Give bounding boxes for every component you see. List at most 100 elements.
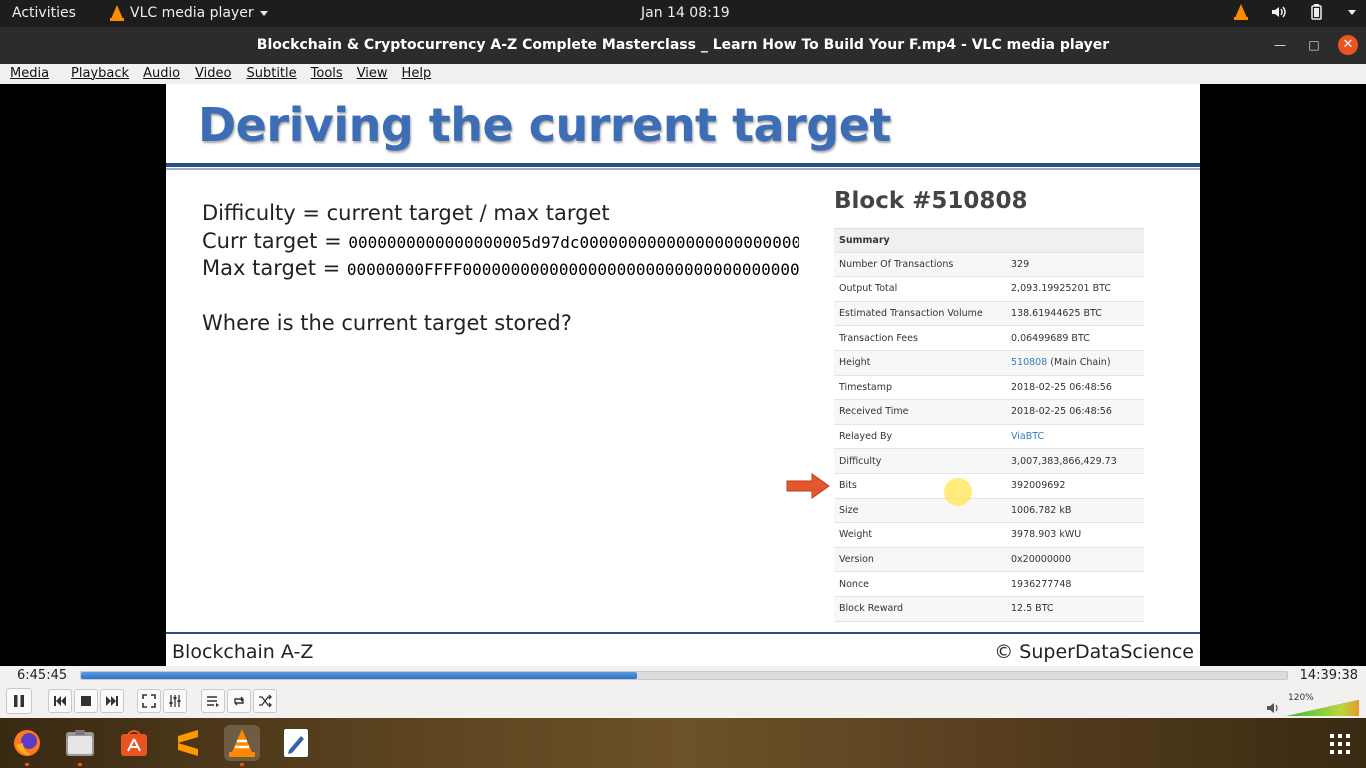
- table-row: Size 1006.782 kB: [834, 498, 1144, 524]
- block-title: Block #510808: [834, 188, 1028, 214]
- table-header-row: Summary: [834, 228, 1144, 253]
- video-area[interactable]: Deriving the current target Difficulty =…: [0, 84, 1366, 666]
- menu-view[interactable]: View: [343, 64, 388, 84]
- row-key: Output Total: [839, 283, 898, 295]
- table-row: Output Total 2,093.19925201 BTC: [834, 277, 1144, 302]
- row-value-suffix: (Main Chain): [1047, 357, 1111, 369]
- question-text: Where is the current target stored?: [202, 311, 572, 335]
- footer-copyright: © SuperDataScience: [994, 641, 1194, 663]
- row-key: Height: [839, 357, 871, 369]
- row-value: 138.61944625 BTC: [1011, 308, 1102, 320]
- menu-playback[interactable]: Playback: [49, 64, 129, 84]
- playlist-icon: [207, 696, 219, 707]
- minimize-button[interactable]: —: [1270, 35, 1290, 55]
- stop-button[interactable]: [74, 689, 98, 713]
- shuffle-icon: [259, 694, 272, 708]
- dock-files[interactable]: [62, 725, 98, 766]
- row-value: 0x20000000: [1011, 554, 1072, 566]
- elapsed-time[interactable]: 6:45:45: [17, 668, 67, 683]
- slide-heading: Deriving the current target: [198, 98, 891, 152]
- text-editor-icon: [284, 729, 308, 757]
- video-frame-slide: Deriving the current target Difficulty =…: [166, 84, 1200, 666]
- shuffle-button[interactable]: [253, 689, 277, 713]
- menu-media[interactable]: Media: [0, 64, 49, 84]
- playback-controls: 120%: [0, 686, 1366, 718]
- sublime-text-icon: [178, 730, 198, 756]
- max-target-label: Max target =: [202, 256, 347, 280]
- max-target-value: 00000000FFFF0000000000000000000000000000…: [346, 260, 799, 279]
- clock[interactable]: Jan 14 08:19: [641, 5, 730, 21]
- dock-firefox[interactable]: [9, 725, 45, 766]
- table-row: Estimated Transaction Volume 138.61944625…: [834, 301, 1144, 327]
- height-link: 510808: [1011, 357, 1048, 369]
- row-value: 3,007,383,866,429.73: [1011, 455, 1117, 467]
- table-header: Summary: [839, 234, 890, 246]
- skip-forward-icon: [106, 696, 118, 706]
- slide-divider: [166, 163, 1200, 167]
- total-time[interactable]: 14:39:38: [1300, 668, 1358, 683]
- row-value: 1006.782 kB: [1011, 504, 1072, 516]
- running-indicator: [78, 763, 82, 766]
- curr-target-label: Curr target =: [202, 229, 349, 253]
- close-button[interactable]: ✕: [1338, 35, 1358, 55]
- max-target-line: Max target = 00000000FFFF000000000000000…: [202, 256, 799, 280]
- dock-software[interactable]: [116, 725, 152, 761]
- pause-icon: [14, 695, 24, 707]
- playlist-button[interactable]: [201, 689, 225, 713]
- table-row: Nonce 1936277748: [834, 572, 1144, 597]
- row-key: Bits: [839, 480, 857, 492]
- battery-icon[interactable]: [1308, 4, 1326, 20]
- window-title: Blockchain & Cryptocurrency A-Z Complete…: [256, 37, 1110, 53]
- next-button[interactable]: [100, 689, 124, 713]
- system-tray[interactable]: [1234, 4, 1356, 20]
- app-menu[interactable]: VLC media player: [110, 5, 268, 21]
- cursor-highlight: [944, 478, 972, 506]
- power-menu-icon[interactable]: [1348, 9, 1356, 15]
- row-key: Number Of Transactions: [839, 258, 954, 270]
- loop-button[interactable]: [227, 689, 251, 713]
- vlc-icon: [229, 729, 255, 757]
- row-key: Block Reward: [839, 603, 904, 615]
- previous-button[interactable]: [48, 689, 72, 713]
- table-row: Difficulty 3,007,383,866,429.73: [834, 449, 1144, 474]
- speaker-icon[interactable]: [1266, 702, 1280, 714]
- extended-settings-button[interactable]: [163, 689, 187, 713]
- equalizer-icon: [169, 695, 181, 707]
- fullscreen-icon: [142, 694, 156, 708]
- row-key: Size: [839, 504, 859, 516]
- volume-icon[interactable]: [1270, 4, 1286, 20]
- row-value: 2018-02-25 06:48:56: [1011, 381, 1112, 393]
- menu-subtitle[interactable]: Subtitle: [231, 64, 296, 84]
- activities-button[interactable]: Activities: [12, 5, 76, 21]
- footer-course-name: Blockchain A-Z: [172, 641, 314, 663]
- row-key: Nonce: [839, 578, 870, 590]
- volume-slider[interactable]: [1287, 700, 1359, 716]
- vlc-tray-icon[interactable]: [1234, 4, 1248, 20]
- row-key: Transaction Fees: [839, 332, 918, 344]
- dock-vlc[interactable]: [224, 725, 260, 766]
- dock-text-editor[interactable]: [278, 725, 314, 761]
- dock-sublime[interactable]: [170, 725, 206, 761]
- table-row: Relayed By ViaBTC: [834, 425, 1144, 450]
- row-key: Weight: [839, 529, 873, 541]
- footer-divider: [166, 632, 1200, 634]
- menu-video[interactable]: Video: [180, 64, 231, 84]
- loop-icon: [234, 696, 244, 706]
- menu-audio[interactable]: Audio: [129, 64, 180, 84]
- skip-back-icon: [54, 696, 66, 706]
- pause-button[interactable]: [6, 688, 32, 714]
- table-row: Received Time 2018-02-25 06:48:56: [834, 400, 1144, 425]
- fullscreen-button[interactable]: [137, 689, 161, 713]
- seek-slider[interactable]: [80, 671, 1288, 680]
- table-row: Weight 3978.903 kWU: [834, 523, 1144, 548]
- app-menu-label: VLC media player: [130, 5, 254, 21]
- window-title-bar: Blockchain & Cryptocurrency A-Z Complete…: [0, 27, 1366, 64]
- row-key: Timestamp: [839, 381, 893, 393]
- menu-tools[interactable]: Tools: [297, 64, 343, 84]
- ubuntu-dock: [0, 718, 1366, 768]
- table-row: Timestamp 2018-02-25 06:48:56: [834, 376, 1144, 401]
- show-applications-icon[interactable]: [1330, 734, 1350, 754]
- seek-row: 6:45:45 14:39:38: [0, 666, 1366, 686]
- menu-help[interactable]: Help: [388, 64, 432, 84]
- maximize-button[interactable]: □: [1304, 35, 1324, 55]
